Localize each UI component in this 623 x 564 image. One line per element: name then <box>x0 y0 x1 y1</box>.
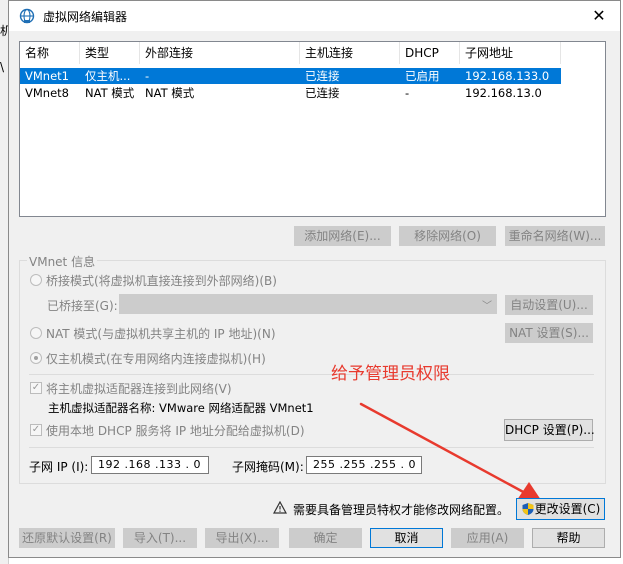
export-button[interactable]: 导出(X)... <box>205 528 279 548</box>
window-title: 虚拟网络编辑器 <box>43 10 128 24</box>
cell-name: VMnet1 <box>25 69 69 83</box>
apply-button[interactable]: 应用(A) <box>451 528 524 548</box>
cancel-button[interactable]: 取消 <box>370 528 443 548</box>
help-button[interactable]: 帮助 <box>532 528 605 548</box>
annotation-arrow-icon <box>359 402 543 503</box>
cell-external: NAT 模式 <box>145 86 195 100</box>
nat-mode-label: NAT 模式(与虚拟机共享主机的 IP 地址)(N) <box>46 327 276 341</box>
add-network-button[interactable]: 添加网络(E)... <box>294 226 391 246</box>
network-icon <box>19 8 35 24</box>
rename-network-button[interactable]: 重命名网络(W)... <box>505 226 605 246</box>
subnet-ip-label: 子网 IP (I): <box>29 460 89 474</box>
close-button[interactable]: ✕ <box>588 5 610 27</box>
column-header-dhcp[interactable]: DHCP <box>400 42 460 64</box>
bridged-to-select[interactable]: ﹀ <box>119 294 497 314</box>
remove-network-button[interactable]: 移除网络(O) <box>399 226 496 246</box>
cell-subnet: 192.168.13.0 <box>465 86 542 100</box>
title-bar: 虚拟网络编辑器 ✕ <box>9 1 620 31</box>
subnet-ip-field[interactable]: 192 .168 .133 . 0 <box>91 456 209 474</box>
network-list[interactable]: 名称 类型 外部连接 主机连接 DHCP 子网地址 VMnet1 仅主机... … <box>19 41 606 217</box>
vmnet-info-title: VMnet 信息 <box>27 253 98 270</box>
column-header-external[interactable]: 外部连接 <box>140 42 300 64</box>
host-only-mode-label: 仅主机模式(在专用网络内连接虚拟机)(H) <box>46 352 266 366</box>
admin-notice: 需要具备管理员特权才能修改网络配置。 <box>293 503 510 517</box>
change-settings-label: 更改设置(C) <box>534 502 601 516</box>
connect-adapter-checkbox[interactable]: ✓ <box>30 382 42 394</box>
annotation-text: 给予管理员权限 <box>331 364 450 384</box>
table-row[interactable]: VMnet8 NAT 模式 NAT 模式 已连接 - 192.168.13.0 <box>20 85 561 101</box>
column-header-host[interactable]: 主机连接 <box>300 42 400 64</box>
uac-shield-icon <box>522 503 534 515</box>
cell-type: 仅主机... <box>85 69 131 83</box>
auto-settings-button[interactable]: 自动设置(U)... <box>505 295 593 315</box>
background-text-2: \ <box>0 60 5 74</box>
subnet-mask-label: 子网掩码(M): <box>232 460 304 474</box>
import-button[interactable]: 导入(T)... <box>123 528 197 548</box>
restore-defaults-button[interactable]: 还原默认设置(R) <box>19 528 115 548</box>
dhcp-checkbox[interactable]: ✓ <box>30 424 42 436</box>
bridged-mode-label: 桥接模式(将虚拟机直接连接到外部网络)(B) <box>46 274 277 288</box>
nat-mode-radio[interactable] <box>30 327 42 339</box>
bridged-mode-radio[interactable] <box>30 274 42 286</box>
cell-type: NAT 模式 <box>85 86 135 100</box>
adapter-name-label: 主机虚拟适配器名称: VMware 网络适配器 VMnet1 <box>48 401 314 415</box>
nat-settings-button[interactable]: NAT 设置(S)... <box>505 323 593 343</box>
ok-button[interactable]: 确定 <box>289 528 362 548</box>
column-header-subnet[interactable]: 子网地址 <box>460 42 561 64</box>
dhcp-label: 使用本地 DHCP 服务将 IP 地址分配给虚拟机(D) <box>46 424 305 438</box>
cell-host: 已连接 <box>305 69 340 83</box>
table-row[interactable]: VMnet1 仅主机... - 已连接 已启用 192.168.133.0 <box>20 68 561 84</box>
column-header-name[interactable]: 名称 <box>20 42 80 64</box>
warning-icon <box>273 501 287 514</box>
chevron-down-icon: ﹀ <box>482 301 492 312</box>
cell-dhcp: - <box>405 86 410 100</box>
bridged-to-label: 已桥接至(G): <box>47 299 118 313</box>
connect-adapter-label: 将主机虚拟适配器连接到此网络(V) <box>46 382 232 396</box>
cell-external: - <box>145 69 150 83</box>
virtual-network-editor-dialog: 虚拟网络编辑器 ✕ 名称 类型 外部连接 主机连接 DHCP 子网地址 VMne… <box>8 0 621 558</box>
cell-name: VMnet8 <box>25 86 69 100</box>
host-only-mode-radio[interactable] <box>30 352 42 364</box>
change-settings-button[interactable]: 更改设置(C) <box>516 498 605 520</box>
cell-dhcp: 已启用 <box>405 69 440 83</box>
cell-host: 已连接 <box>305 86 340 100</box>
column-header-type[interactable]: 类型 <box>80 42 140 64</box>
separator <box>29 374 594 375</box>
cell-subnet: 192.168.133.0 <box>465 69 550 83</box>
